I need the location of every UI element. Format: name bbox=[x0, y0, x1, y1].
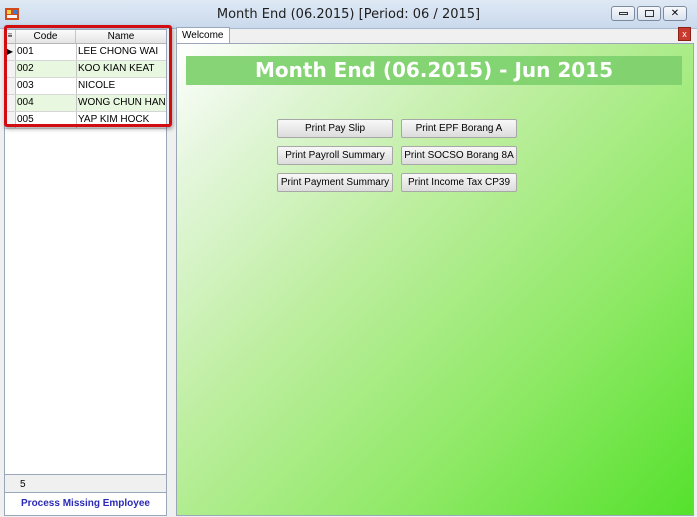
row-selector[interactable] bbox=[5, 112, 16, 128]
row-count-footer: 5 bbox=[5, 474, 166, 493]
row-selector[interactable] bbox=[5, 95, 16, 111]
cell-name[interactable]: NICOLE bbox=[76, 78, 168, 94]
tab-welcome[interactable]: Welcome bbox=[176, 27, 230, 43]
page-title: Month End (06.2015) - Jun 2015 bbox=[255, 58, 613, 82]
cell-code[interactable]: 003 bbox=[16, 78, 77, 94]
print-income-tax-cp39-button[interactable]: Print Income Tax CP39 bbox=[401, 173, 517, 192]
cell-name[interactable]: LEE CHONG WAI bbox=[76, 44, 168, 60]
table-row[interactable]: 002 KOO KIAN KEAT bbox=[5, 61, 166, 78]
cell-name[interactable]: YAP KIM HOCK bbox=[76, 112, 168, 128]
cell-code[interactable]: 004 bbox=[16, 95, 77, 111]
window-title: Month End (06.2015) [Period: 06 / 2015] bbox=[216, 7, 481, 22]
cell-code[interactable]: 001 bbox=[16, 44, 77, 60]
cell-code[interactable]: 005 bbox=[16, 112, 77, 128]
close-button[interactable]: ✕ bbox=[663, 6, 687, 21]
row-count-value: 5 bbox=[20, 479, 26, 490]
print-socso-borang-8a-button[interactable]: Print SOCSO Borang 8A bbox=[401, 146, 517, 165]
column-header-code[interactable]: Code bbox=[16, 30, 76, 43]
table-row[interactable]: 003 NICOLE bbox=[5, 78, 166, 95]
cell-code[interactable]: 002 bbox=[16, 61, 77, 77]
welcome-panel bbox=[176, 43, 694, 516]
grid-header: ≡ Code Name bbox=[5, 30, 166, 44]
minimize-button[interactable] bbox=[611, 6, 635, 21]
table-row[interactable]: ▶ 001 LEE CHONG WAI bbox=[5, 44, 166, 61]
row-selector[interactable] bbox=[5, 61, 16, 77]
minimize-icon bbox=[619, 12, 628, 15]
close-icon: ✕ bbox=[670, 8, 680, 19]
print-payroll-summary-button[interactable]: Print Payroll Summary bbox=[277, 146, 393, 165]
table-row[interactable]: 004 WONG CHUN HAN bbox=[5, 95, 166, 112]
row-selector[interactable] bbox=[5, 78, 16, 94]
cell-name[interactable]: KOO KIAN KEAT bbox=[76, 61, 168, 77]
print-payment-summary-button[interactable]: Print Payment Summary bbox=[277, 173, 393, 192]
print-pay-slip-button[interactable]: Print Pay Slip bbox=[277, 119, 393, 138]
table-row[interactable]: 005 YAP KIM HOCK bbox=[5, 112, 166, 129]
process-missing-employee-link[interactable]: Process Missing Employee bbox=[5, 498, 166, 509]
column-header-name[interactable]: Name bbox=[76, 30, 166, 43]
tab-strip: Welcome x bbox=[176, 27, 697, 43]
employee-grid-panel: ≡ Code Name ▶ 001 LEE CHONG WAI 002 KOO … bbox=[4, 29, 167, 516]
current-row-arrow-icon: ▶ bbox=[5, 44, 16, 60]
row-selector-header-icon[interactable]: ≡ bbox=[5, 30, 16, 43]
cell-name[interactable]: WONG CHUN HAN bbox=[76, 95, 168, 111]
maximize-icon bbox=[645, 10, 654, 17]
maximize-button[interactable] bbox=[637, 6, 661, 21]
title-bar: Month End (06.2015) [Period: 06 / 2015] … bbox=[0, 0, 697, 29]
tab-close-icon[interactable]: x bbox=[678, 27, 691, 41]
print-epf-borang-a-button[interactable]: Print EPF Borang A bbox=[401, 119, 517, 138]
